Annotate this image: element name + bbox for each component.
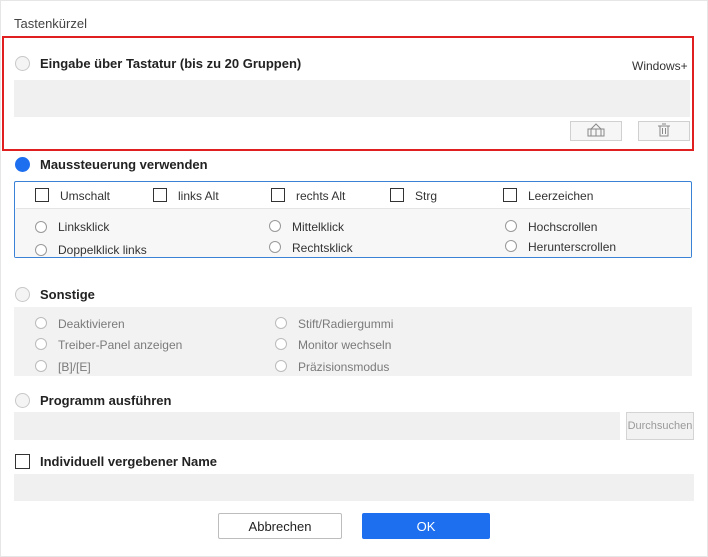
other-pen-eraser-radio[interactable] bbox=[275, 317, 287, 329]
other-pen-eraser-label: Stift/Radiergummi bbox=[298, 317, 394, 331]
keyboard-add-button[interactable] bbox=[570, 121, 622, 141]
action-right-click-label: Rechtsklick bbox=[292, 241, 353, 255]
custom-name-input[interactable] bbox=[14, 474, 694, 501]
ok-button[interactable]: OK bbox=[362, 513, 490, 539]
other-switch-monitor-radio[interactable] bbox=[275, 338, 287, 350]
custom-name-label: Individuell vergebener Name bbox=[40, 454, 218, 469]
action-middle-click-label: Mittelklick bbox=[292, 220, 345, 234]
modifier-right-alt-label: rechts Alt bbox=[296, 189, 346, 203]
other-disable-radio[interactable] bbox=[35, 317, 47, 329]
keyboard-radio[interactable] bbox=[15, 56, 30, 71]
modifier-ctrl-label: Strg bbox=[415, 189, 438, 203]
mouse-label: Maussteuerung verwenden bbox=[40, 157, 208, 172]
other-driver-panel-label: Treiber-Panel anzeigen bbox=[58, 338, 183, 352]
other-be-radio[interactable] bbox=[35, 360, 47, 372]
cancel-button[interactable]: Abbrechen bbox=[218, 513, 342, 539]
modifier-ctrl-checkbox[interactable] bbox=[390, 188, 404, 202]
modifier-right-alt-checkbox[interactable] bbox=[271, 188, 285, 202]
mouse-radio[interactable] bbox=[15, 157, 30, 172]
other-label: Sonstige bbox=[40, 287, 95, 302]
trash-icon bbox=[657, 123, 671, 140]
modifier-left-alt-checkbox[interactable] bbox=[153, 188, 167, 202]
action-scroll-up-label: Hochscrollen bbox=[528, 220, 598, 234]
program-label: Programm ausführen bbox=[40, 393, 172, 408]
action-double-click-label: Doppelklick links bbox=[58, 243, 147, 257]
action-scroll-down-label: Herunterscrollen bbox=[528, 240, 617, 254]
other-switch-monitor-label: Monitor wechseln bbox=[298, 338, 392, 352]
action-scroll-down-radio[interactable] bbox=[505, 240, 517, 252]
action-scroll-up-radio[interactable] bbox=[505, 220, 517, 232]
modifier-space-label: Leerzeichen bbox=[528, 189, 594, 203]
keyboard-input-field[interactable] bbox=[14, 80, 690, 117]
modifier-space-checkbox[interactable] bbox=[503, 188, 517, 202]
action-left-click-label: Linksklick bbox=[58, 220, 110, 234]
other-driver-panel-radio[interactable] bbox=[35, 338, 47, 350]
action-double-click-radio[interactable] bbox=[35, 244, 47, 256]
keyboard-label: Eingabe über Tastatur (bis zu 20 Gruppen… bbox=[40, 56, 302, 71]
action-middle-click-radio[interactable] bbox=[269, 220, 281, 232]
modifier-shift-checkbox[interactable] bbox=[35, 188, 49, 202]
dialog-title: Tastenkürzel bbox=[14, 16, 87, 31]
other-be-label: [B]/[E] bbox=[58, 360, 91, 374]
other-radio[interactable] bbox=[15, 287, 30, 302]
program-path-input[interactable] bbox=[14, 412, 620, 440]
keyboard-delete-button[interactable] bbox=[638, 121, 690, 141]
action-right-click-radio[interactable] bbox=[269, 241, 281, 253]
browse-button[interactable]: Durchsuchen bbox=[626, 412, 694, 440]
windows-modifier-label: Windows+ bbox=[632, 59, 688, 73]
other-disable-label: Deaktivieren bbox=[58, 317, 125, 331]
other-precision-label: Präzisionsmodus bbox=[298, 360, 390, 374]
custom-name-checkbox[interactable] bbox=[15, 454, 30, 469]
other-precision-radio[interactable] bbox=[275, 360, 287, 372]
modifier-shift-label: Umschalt bbox=[60, 189, 111, 203]
modifier-left-alt-label: links Alt bbox=[178, 189, 219, 203]
action-left-click-radio[interactable] bbox=[35, 221, 47, 233]
program-radio[interactable] bbox=[15, 393, 30, 408]
keyboard-icon bbox=[587, 122, 605, 140]
